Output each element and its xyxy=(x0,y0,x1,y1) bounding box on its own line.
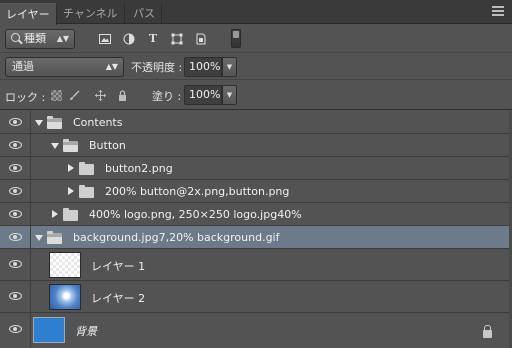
eye-icon[interactable] xyxy=(9,210,22,218)
fill-dropdown-button[interactable]: ▼ xyxy=(222,85,237,105)
opacity-dropdown-button[interactable]: ▼ xyxy=(222,57,237,77)
lock-label: ロック : xyxy=(5,91,46,104)
visibility-cell[interactable] xyxy=(0,226,31,248)
layer-thumbnail xyxy=(33,317,65,343)
folder-open-icon xyxy=(47,116,62,129)
layer-row-selected[interactable]: background.jpg7,20% background.gif xyxy=(0,226,512,249)
layer-row[interactable]: レイヤー 1 xyxy=(0,249,512,281)
tab-paths[interactable]: パス xyxy=(127,4,162,24)
lock-all-icon[interactable] xyxy=(117,90,128,101)
layer-name: レイヤー 1 xyxy=(91,260,146,273)
layer-name: 背景 xyxy=(75,325,97,338)
eye-icon[interactable] xyxy=(9,233,22,241)
lock-toolbar: ロック : 塗り : 100% ▼ xyxy=(0,81,512,110)
visibility-cell[interactable] xyxy=(0,180,31,202)
layer-name: レイヤー 2 xyxy=(91,292,146,305)
search-icon xyxy=(11,33,20,42)
panel-menu-icon[interactable] xyxy=(492,6,504,16)
filter-kind-dropdown[interactable]: 種類 ▲▼ xyxy=(5,29,75,49)
visibility-cell[interactable] xyxy=(0,281,31,312)
folder-open-icon xyxy=(47,231,62,244)
visibility-cell[interactable] xyxy=(0,111,31,133)
layer-name: Contents xyxy=(73,116,123,129)
eye-icon[interactable] xyxy=(9,292,22,300)
filter-kind-label: 種類 xyxy=(24,32,46,45)
layer-name: Button xyxy=(89,139,126,152)
layers-list: Contents Button button2.png 200% button@… xyxy=(0,111,512,348)
collapse-triangle-icon[interactable] xyxy=(52,210,58,218)
fill-label: 塗り : xyxy=(152,90,182,103)
folder-icon xyxy=(79,162,94,175)
folder-icon xyxy=(79,185,94,198)
blend-toolbar: 通過 ▲▼ 不透明度 : 100% ▼ xyxy=(0,54,512,80)
filter-toolbar: 種類 ▲▼ T xyxy=(0,25,512,53)
eye-icon[interactable] xyxy=(9,187,22,195)
expand-triangle-icon[interactable] xyxy=(35,235,43,241)
layer-row[interactable]: Contents xyxy=(0,111,512,134)
layer-thumbnail xyxy=(49,252,81,278)
folder-icon xyxy=(63,208,78,221)
folder-open-icon xyxy=(63,139,78,152)
lock-icon xyxy=(483,325,492,338)
eye-icon[interactable] xyxy=(9,118,22,126)
smart-object-filter-icon[interactable] xyxy=(195,33,207,45)
opacity-label: 不透明度 : xyxy=(131,61,183,74)
expand-triangle-icon[interactable] xyxy=(35,120,43,126)
visibility-cell[interactable] xyxy=(0,313,31,348)
eye-icon[interactable] xyxy=(9,260,22,268)
opacity-input[interactable]: 100% xyxy=(184,57,222,77)
visibility-cell[interactable] xyxy=(0,134,31,156)
layer-name: 200% button@2x.png,button.png xyxy=(105,185,290,198)
layer-row[interactable]: Button xyxy=(0,134,512,157)
expand-triangle-icon[interactable] xyxy=(51,143,59,149)
blend-mode-dropdown[interactable]: 通過 ▲▼ xyxy=(5,57,124,77)
layer-row[interactable]: button2.png xyxy=(0,157,512,180)
layer-row[interactable]: 200% button@2x.png,button.png xyxy=(0,180,512,203)
lock-position-icon[interactable] xyxy=(95,90,106,101)
eye-icon[interactable] xyxy=(9,141,22,149)
filter-toggle-switch[interactable] xyxy=(231,29,241,48)
layer-row[interactable]: レイヤー 2 xyxy=(0,281,512,313)
eye-icon[interactable] xyxy=(9,164,22,172)
tab-channels[interactable]: チャンネル xyxy=(57,4,125,24)
lock-transparency-icon[interactable] xyxy=(51,90,62,101)
tab-layers[interactable]: レイヤー xyxy=(0,3,57,25)
chevron-updown-icon: ▲▼ xyxy=(105,62,118,71)
visibility-cell[interactable] xyxy=(0,249,31,280)
blend-mode-value: 通過 xyxy=(12,60,34,73)
layer-thumbnail xyxy=(49,284,81,310)
image-filter-icon[interactable] xyxy=(99,33,111,45)
fill-input[interactable]: 100% xyxy=(184,85,222,105)
panel-tab-bar: レイヤー チャンネル パス xyxy=(0,0,512,25)
layer-name: button2.png xyxy=(105,162,173,175)
adjustment-filter-icon[interactable] xyxy=(123,33,135,45)
visibility-cell[interactable] xyxy=(0,157,31,179)
lock-brush-icon[interactable] xyxy=(69,90,80,101)
eye-icon[interactable] xyxy=(9,325,22,333)
layer-name: background.jpg7,20% background.gif xyxy=(73,231,280,244)
layer-row[interactable]: 背景 xyxy=(0,313,512,348)
collapse-triangle-icon[interactable] xyxy=(68,164,74,172)
layer-name: 400% logo.png, 250×250 logo.jpg40% xyxy=(89,208,302,221)
collapse-triangle-icon[interactable] xyxy=(68,187,74,195)
visibility-cell[interactable] xyxy=(0,203,31,225)
shape-filter-icon[interactable] xyxy=(171,33,183,45)
layer-row[interactable]: 400% logo.png, 250×250 logo.jpg40% xyxy=(0,203,512,226)
chevron-updown-icon: ▲▼ xyxy=(56,34,69,43)
type-filter-icon[interactable]: T xyxy=(147,33,159,45)
